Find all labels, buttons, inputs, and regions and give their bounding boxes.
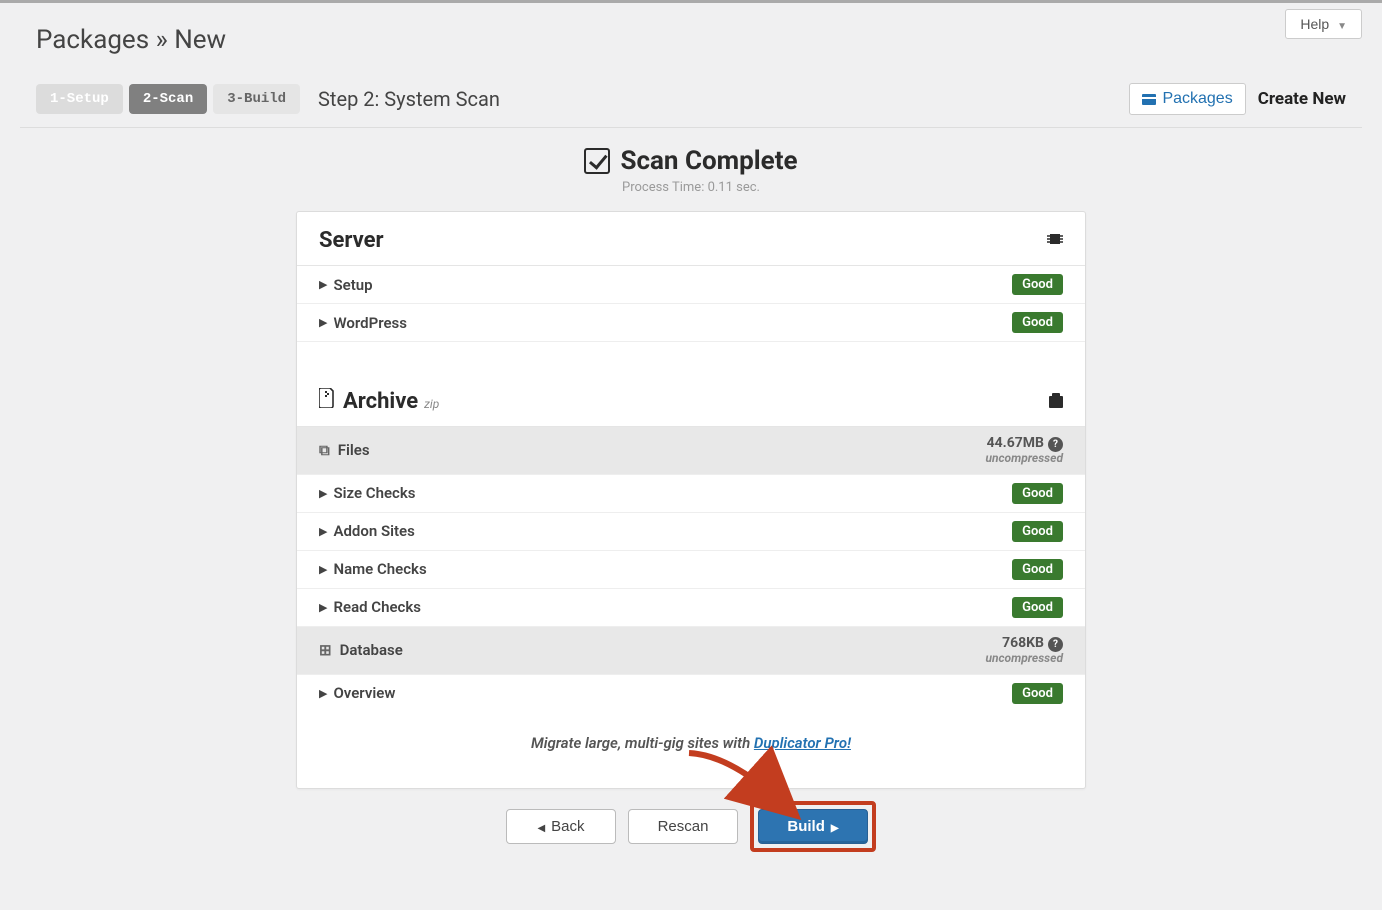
status-badge: Good (1012, 521, 1063, 542)
status-badge: Good (1012, 597, 1063, 618)
status-badge: Good (1012, 483, 1063, 504)
build-label: Build (787, 818, 825, 835)
process-time: Process Time: 0.11 sec. (20, 180, 1362, 195)
files-note: uncompressed (985, 452, 1063, 466)
duplicator-pro-link[interactable]: Duplicator Pro! (754, 734, 851, 752)
server-section-header: Server (297, 212, 1085, 266)
files-item-name-checks[interactable]: ▶ Name Checks Good (297, 551, 1085, 589)
file-zip-icon (319, 388, 335, 412)
triangle-right-icon: ▶ (831, 823, 839, 834)
files-item-label: Name Checks (333, 560, 426, 578)
back-label: Back (551, 818, 584, 835)
chevron-down-icon: ▼ (1337, 21, 1347, 32)
caret-right-icon: ▶ (319, 525, 327, 538)
wizard-steps: 1-Setup 2-Scan 3-Build Step 2: System Sc… (20, 83, 1362, 128)
step-2-scan: 2-Scan (129, 84, 207, 114)
files-item-size-checks[interactable]: ▶ Size Checks Good (297, 475, 1085, 513)
database-title: Database (340, 641, 403, 659)
archive-format: zip (424, 397, 439, 411)
files-size-meta: 44.67MB? uncompressed (985, 435, 1063, 466)
rescan-label: Rescan (658, 818, 709, 835)
files-item-read-checks[interactable]: ▶ Read Checks Good (297, 589, 1085, 627)
database-note: uncompressed (985, 652, 1063, 666)
files-icon (319, 441, 330, 459)
create-new-label: Create New (1258, 89, 1346, 109)
folder-icon (1049, 393, 1063, 412)
chip-icon (1047, 231, 1063, 251)
database-size-meta: 768KB? uncompressed (985, 635, 1063, 666)
build-highlight-annotation: Build ▶ (750, 801, 876, 852)
files-subsection-header: Files 44.67MB? uncompressed (297, 427, 1085, 475)
server-item-setup[interactable]: ▶ Setup Good (297, 266, 1085, 304)
help-icon[interactable]: ? (1048, 437, 1063, 452)
files-item-addon-sites[interactable]: ▶ Addon Sites Good (297, 513, 1085, 551)
files-item-label: Size Checks (333, 484, 415, 502)
step-1-setup: 1-Setup (36, 84, 123, 114)
files-item-label: Addon Sites (333, 522, 414, 540)
server-item-label: Setup (333, 276, 372, 294)
action-buttons: ◀ Back Rescan Build ▶ (296, 801, 1086, 852)
database-size: 768KB (1002, 635, 1044, 651)
rescan-button[interactable]: Rescan (628, 809, 738, 844)
packages-link[interactable]: Packages (1129, 83, 1245, 115)
files-title: Files (338, 441, 370, 459)
caret-right-icon: ▶ (319, 316, 327, 329)
page-title: Packages » New (20, 11, 1362, 83)
archive-section-header: Archive zip (297, 372, 1085, 427)
database-icon (319, 641, 332, 659)
back-button[interactable]: ◀ Back (506, 809, 616, 844)
status-badge: Good (1012, 274, 1063, 295)
scan-complete-heading: Scan Complete (584, 146, 797, 176)
build-button[interactable]: Build ▶ (758, 809, 868, 844)
promo-text: Migrate large, multi-gig sites with Dupl… (297, 712, 1085, 788)
scan-panel: Server ▶ Setup Good ▶ WordPress Good Arc… (296, 211, 1086, 789)
files-size: 44.67MB (987, 435, 1044, 451)
caret-right-icon: ▶ (319, 487, 327, 500)
files-item-label: Read Checks (333, 598, 421, 616)
caret-right-icon: ▶ (319, 278, 327, 291)
packages-icon (1142, 94, 1156, 105)
caret-right-icon: ▶ (319, 687, 327, 700)
status-badge: Good (1012, 559, 1063, 580)
database-item-label: Overview (333, 684, 395, 702)
step-3-build: 3-Build (213, 84, 300, 114)
server-title: Server (319, 228, 384, 253)
status-badge: Good (1012, 312, 1063, 333)
packages-link-label: Packages (1162, 90, 1232, 108)
triangle-left-icon: ◀ (537, 823, 545, 834)
help-icon[interactable]: ? (1048, 637, 1063, 652)
promo-pre: Migrate large, multi-gig sites with (531, 734, 754, 752)
current-step-label: Step 2: System Scan (318, 87, 500, 111)
checkbox-checked-icon (584, 148, 610, 174)
archive-title: Archive (343, 389, 418, 414)
help-dropdown[interactable]: Help ▼ (1285, 9, 1362, 39)
database-item-overview[interactable]: ▶ Overview Good (297, 675, 1085, 712)
database-subsection-header: Database 768KB? uncompressed (297, 627, 1085, 675)
status-badge: Good (1012, 683, 1063, 704)
scan-title-text: Scan Complete (620, 146, 797, 176)
caret-right-icon: ▶ (319, 601, 327, 614)
help-label: Help (1300, 16, 1329, 32)
server-item-wordpress[interactable]: ▶ WordPress Good (297, 304, 1085, 342)
caret-right-icon: ▶ (319, 563, 327, 576)
server-item-label: WordPress (333, 314, 407, 332)
